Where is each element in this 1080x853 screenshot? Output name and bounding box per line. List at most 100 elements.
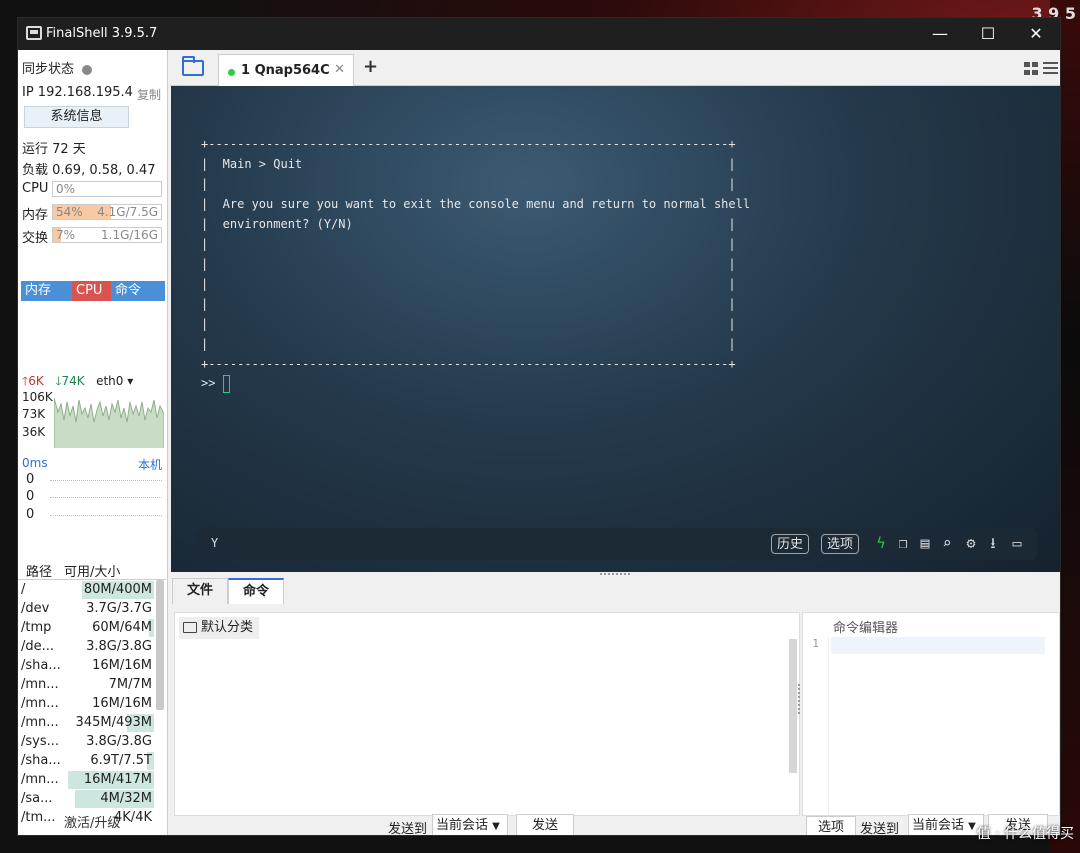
close-tab-icon[interactable]: ✕ [334,62,345,77]
sync-indicator-icon [82,64,93,75]
disk-table: 路径 可用/大小 / 80M/400M/dev 3.7G/3.7G/tmp 60M/6… [18,560,168,832]
search-icon[interactable]: ⌕ [939,534,955,552]
category-label: 默认分类 [201,620,254,635]
upload-rate: 6K [28,374,44,388]
disk-col-path[interactable]: 路径 [26,561,52,580]
terminal-line: | | [201,237,736,251]
copy-ip-link[interactable]: 复制 [137,86,161,103]
category-default[interactable]: 默认分类 [179,617,260,639]
session-select[interactable]: 当前会话 ▼ [432,814,508,835]
ping-y-label-1: 0 [26,472,35,487]
command-input[interactable]: Y [211,536,218,550]
editor-input[interactable] [831,637,1045,654]
download-icon[interactable]: ⭳ [985,534,1001,552]
interface-select[interactable]: eth0 [96,374,123,388]
ping-y-label-2: 0 [26,489,35,504]
chevron-down-icon[interactable]: ▾ [123,374,133,388]
close-button[interactable]: ✕ [1012,18,1060,50]
disk-row[interactable]: /mn... 16M/417M [18,771,166,790]
terminal-line: | Main > Quit | [201,157,736,171]
disk-row[interactable]: /sha... 6.9T/7.5T [18,752,166,771]
tab-memory[interactable]: 内存 [21,281,72,301]
terminal-prompt-line: >> [201,374,230,393]
disk-row[interactable]: /mn... 16M/16M [18,695,166,714]
app-icon [26,26,42,40]
disk-size: 16M/417M [83,772,152,787]
activate-upgrade-link[interactable]: 激活/升级 [64,812,120,831]
cpu-label: CPU [22,181,49,196]
gear-icon[interactable]: ⚙ [963,534,979,552]
minimize-button[interactable]: — [916,18,964,50]
editor-line-number: 1 [812,637,819,650]
disk-row[interactable]: / 80M/400M [18,581,166,600]
editor-options-button[interactable]: 选项 [806,816,856,835]
editor-title: 命令编辑器 [833,621,899,636]
disk-path: /sha... [21,753,61,768]
monitor-tabs: 内存 CPU 命令 [21,281,165,301]
history-button[interactable]: 历史 [771,534,810,554]
send-to-label-2: 发送到 [860,822,900,836]
chevron-down-icon: ▼ [492,821,500,832]
disk-row[interactable]: /mn... 345M/493M [18,714,166,733]
add-tab-icon[interactable]: + [363,56,378,77]
disk-size: 3.8G/3.8G [86,639,152,654]
disk-size: 16M/16M [92,658,152,673]
disk-table-header: 路径 可用/大小 [18,560,166,580]
disk-size: 345M/493M [75,715,152,730]
maximize-button[interactable]: ☐ [964,18,1012,50]
editor-gutter: 1 [803,637,829,815]
terminal-line: +---------------------------------------… [201,137,736,151]
network-graph [54,392,164,448]
uptime: 运行 72 天 [22,142,86,157]
ping-gridline [50,480,162,481]
terminal-line: | | [201,297,736,311]
ping-host[interactable]: 本机 [138,456,162,473]
disk-row[interactable]: /sha... 16M/16M [18,657,166,676]
net-y-label-top: 106K [22,390,53,404]
disk-size: 3.7G/3.7G [86,601,152,616]
tab-cpu[interactable]: CPU [72,281,111,301]
app-window: FinalShell 3.9.5.7 — ☐ ✕ 同步状态 IP 192.168… [17,17,1061,836]
terminal[interactable]: +---------------------------------------… [171,86,1060,572]
disk-row[interactable]: /dev 3.7G/3.7G [18,600,166,619]
session-tab-label: 1 Qnap564C [241,63,330,78]
terminal-line: | Are you sure you want to exit the cons… [201,197,751,211]
paste-icon[interactable]: ▤ [917,534,933,552]
disk-col-size[interactable]: 可用/大小 [64,561,120,580]
disk-row[interactable]: /sys... 3.8G/3.8G [18,733,166,752]
command-list-panel: 默认分类 [174,612,800,816]
terminal-line: | | [201,317,736,331]
swap-percent: 7% [56,228,76,242]
lightning-icon[interactable]: ϟ [873,534,889,552]
disk-row[interactable]: /tmp 60M/64M [18,619,166,638]
window-title: FinalShell 3.9.5.7 [46,26,158,41]
connected-dot-icon [228,69,235,76]
disk-size: 80M/400M [83,582,152,597]
disk-row[interactable]: /mn... 7M/7M [18,676,166,695]
system-info-button[interactable]: 系统信息 [24,106,129,128]
disk-row[interactable]: /de... 3.8G/3.8G [18,638,166,657]
command-editor: 命令编辑器 1 [802,612,1060,816]
terminal-line: | | [201,257,736,271]
command-list-scrollbar[interactable] [789,639,797,773]
disk-size: 60M/64M [92,620,152,635]
session-select-2[interactable]: 当前会话 ▼ [908,814,984,835]
disk-path: /sa... [21,791,53,806]
tab-session[interactable]: 1 Qnap564C ✕ [218,54,354,86]
tab-command[interactable]: 命令 [111,281,165,301]
grid-layout-icon[interactable] [1024,62,1038,75]
split-grip[interactable] [798,684,800,714]
copy-icon[interactable]: ❐ [895,534,911,552]
disk-row[interactable]: /sa... 4M/32M [18,790,166,809]
tab-commands[interactable]: 命令 [228,578,285,604]
send-button[interactable]: 发送 [516,814,574,835]
menu-icon[interactable] [1043,62,1058,74]
disk-scrollbar[interactable] [156,580,164,710]
net-y-label-low: 36K [22,425,46,439]
sync-status: 同步状态 [22,58,93,77]
folder-open-icon[interactable] [182,56,204,76]
ping-gridline [50,497,162,498]
tab-files[interactable]: 文件 [172,578,229,604]
maximize-terminal-icon[interactable]: ▭ [1009,534,1025,552]
options-button[interactable]: 选项 [821,534,860,554]
